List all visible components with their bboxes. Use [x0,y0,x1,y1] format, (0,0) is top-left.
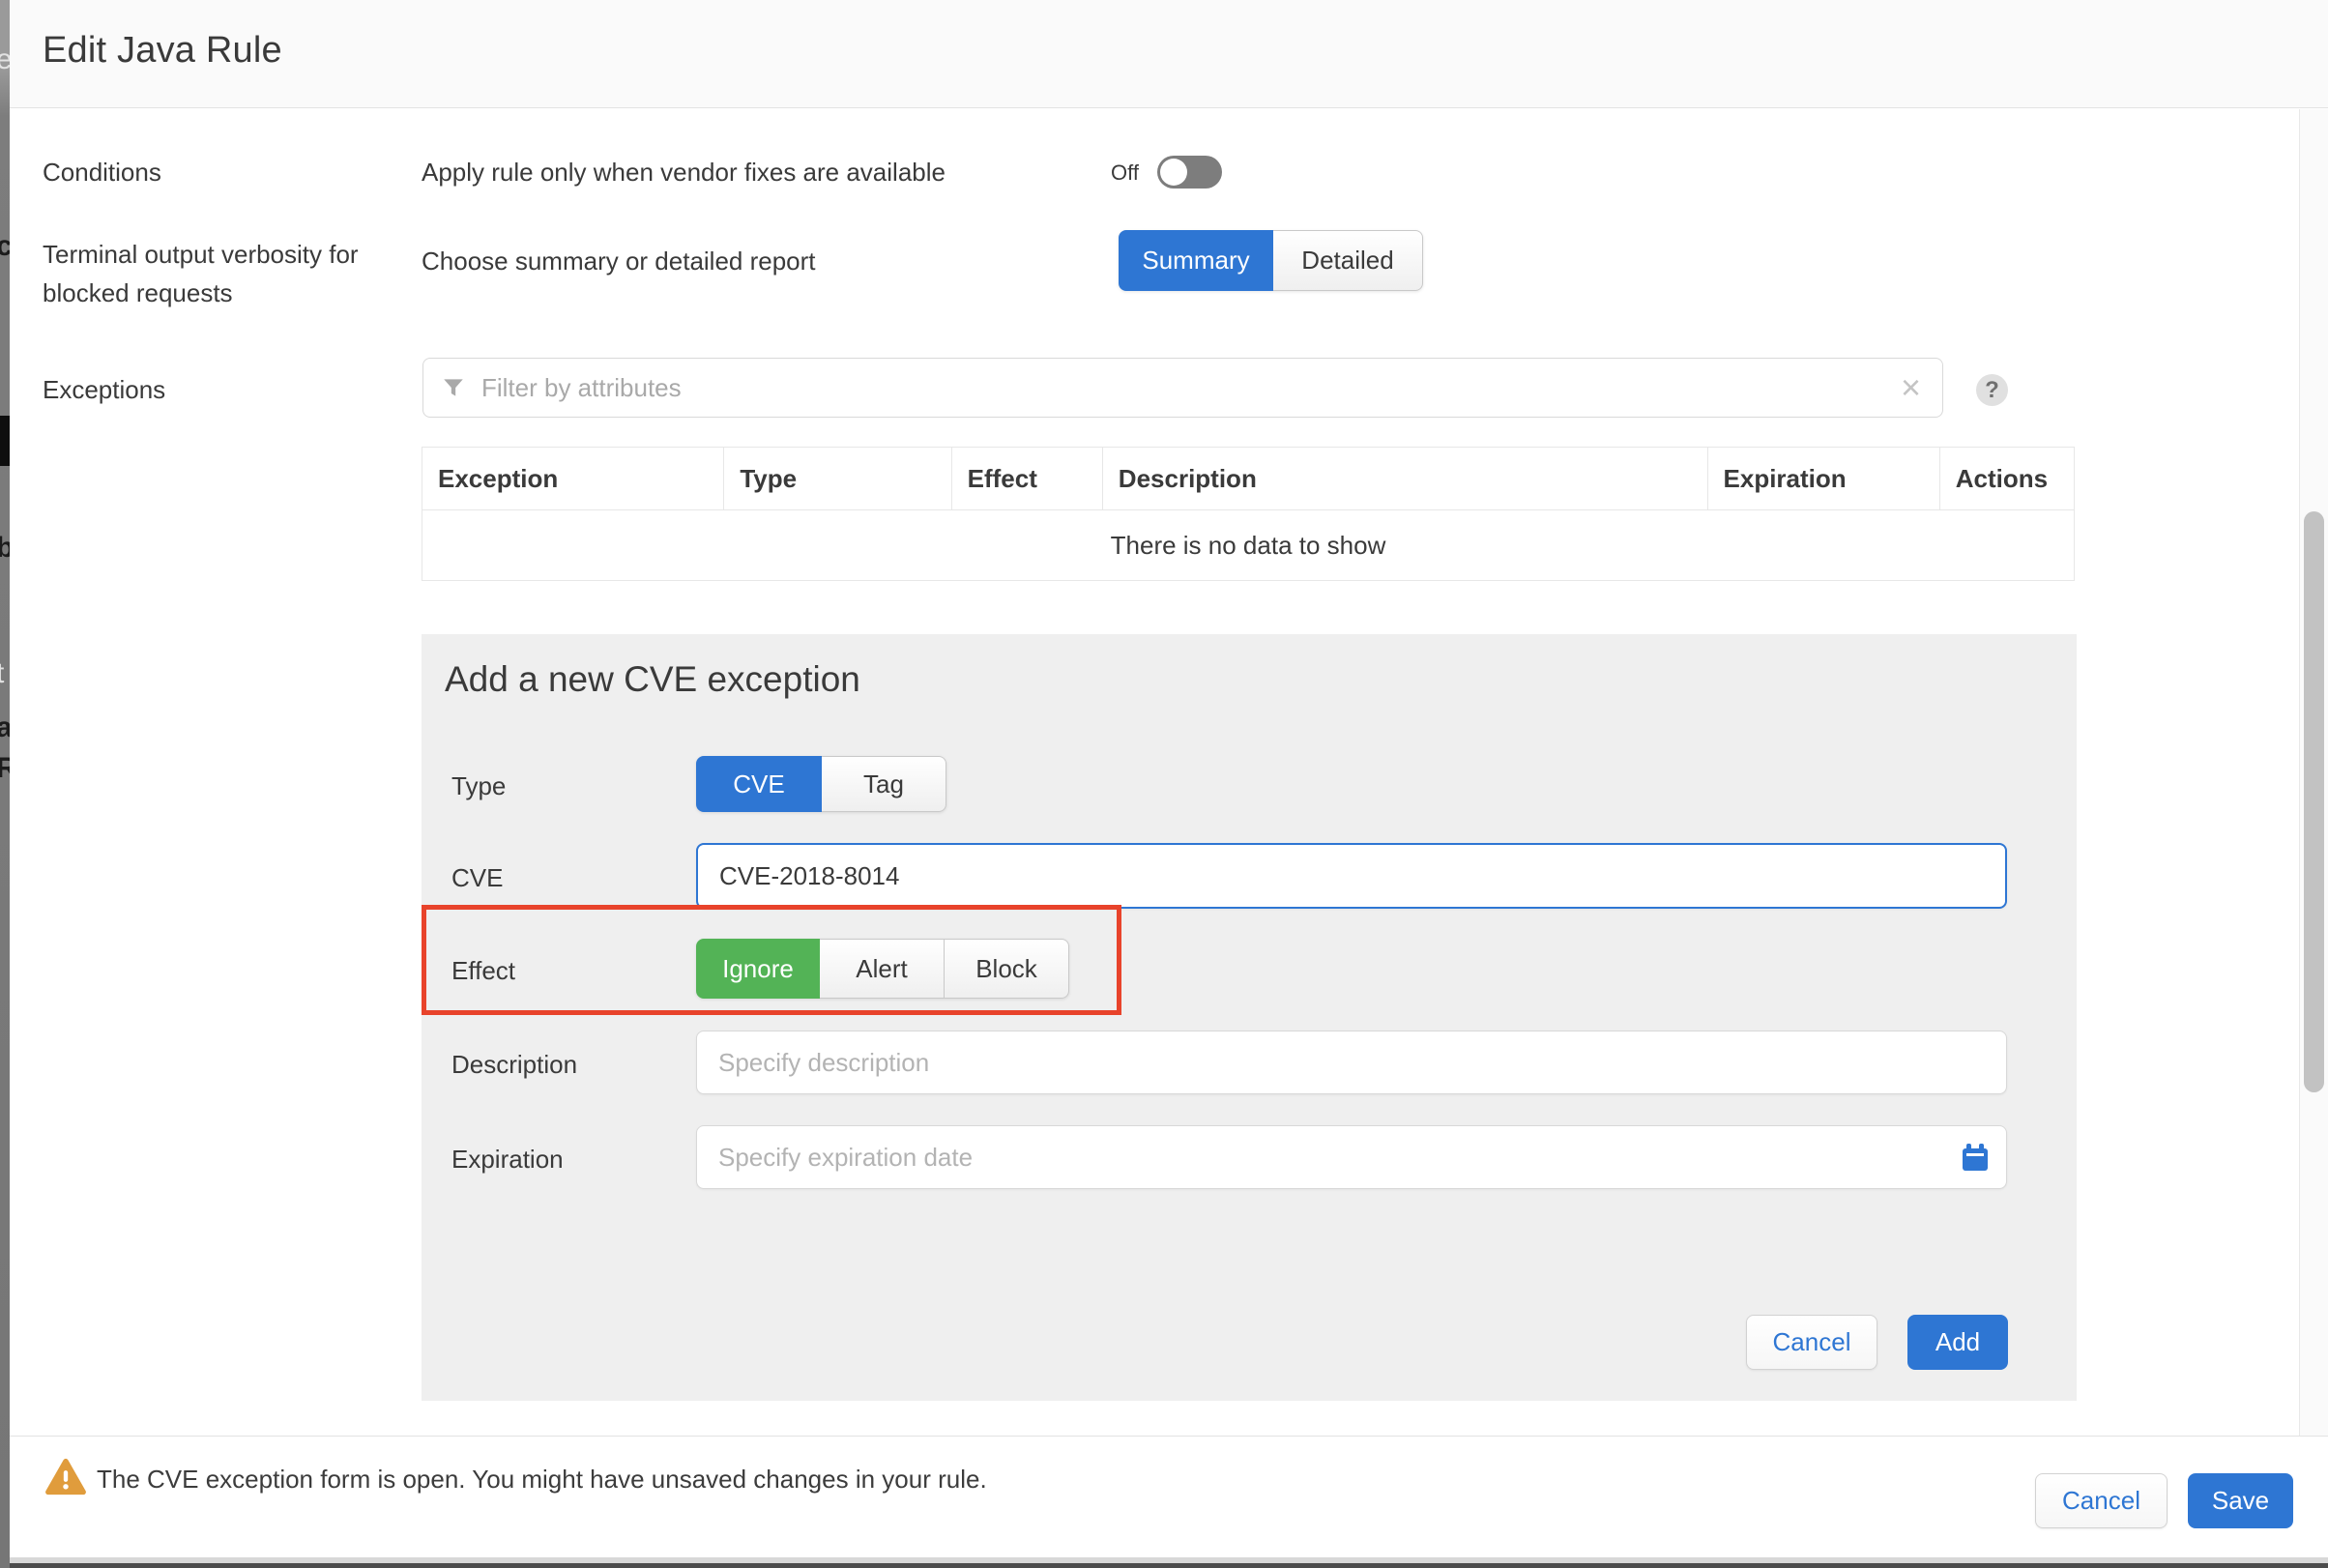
empty-table-row: There is no data to show [422,510,2075,581]
scrollbar-thumb[interactable] [2304,511,2324,1092]
type-label: Type [451,771,506,801]
background-bottom-bar [10,1563,2328,1568]
panel-title: Add a new CVE exception [445,659,860,700]
column-header-effect: Effect [951,448,1102,510]
background-highlight-fragment [0,416,10,466]
toggle-state-label: Off [1111,160,1139,186]
conditions-description: Apply rule only when vendor fixes are av… [422,158,946,188]
column-header-exception: Exception [422,448,724,510]
panel-cancel-button[interactable]: Cancel [1746,1315,1877,1370]
dialog-body: Conditions Apply rule only when vendor f… [10,109,2328,1436]
edit-java-rule-dialog: Edit Java Rule Conditions Apply rule onl… [10,0,2328,1568]
detailed-option-button[interactable]: Detailed [1273,230,1423,291]
description-input[interactable] [696,1031,2007,1094]
footer-save-button[interactable]: Save [2188,1473,2293,1528]
column-header-description: Description [1102,448,1707,510]
unsaved-changes-message: The CVE exception form is open. You migh… [97,1465,987,1495]
effect-block-button[interactable]: Block [945,939,1069,999]
effect-alert-button[interactable]: Alert [820,939,945,999]
help-icon[interactable]: ? [1976,374,2008,406]
background-text-fragment: c [0,230,10,263]
column-header-actions: Actions [1939,448,2074,510]
report-mode-switch: Summary Detailed [1119,230,1423,291]
type-cve-button[interactable]: CVE [696,756,822,812]
dialog-header: Edit Java Rule [10,0,2328,108]
vertical-scrollbar[interactable] [2299,109,2328,1436]
background-text-fragment: a [0,711,10,744]
expiration-label: Expiration [451,1145,564,1175]
effect-ignore-button[interactable]: Ignore [696,939,820,999]
column-header-expiration: Expiration [1707,448,1939,510]
vendor-fixes-toggle[interactable] [1157,156,1222,189]
effect-label: Effect [451,956,515,986]
calendar-icon-part [1963,1148,1988,1171]
dialog-footer: The CVE exception form is open. You migh… [10,1436,2328,1557]
background-page-edge: e c b t a Ru [0,0,10,1568]
expiration-input[interactable] [696,1125,2007,1189]
background-text-fragment: Ru [0,752,10,785]
filter-input[interactable] [481,373,1897,403]
empty-table-message: There is no data to show [422,510,2075,581]
background-text-fragment: b [0,532,10,565]
description-label: Description [451,1050,577,1080]
panel-add-button[interactable]: Add [1907,1315,2008,1370]
summary-option-button[interactable]: Summary [1119,230,1273,291]
type-switch: CVE Tag [696,756,946,812]
verbosity-description: Choose summary or detailed report [422,247,816,276]
background-text-fragment: t [0,657,4,690]
exceptions-label: Exceptions [43,375,165,405]
exceptions-filter: × [422,358,1943,418]
dialog-title: Edit Java Rule [43,30,282,72]
add-cve-exception-panel: Add a new CVE exception Type CVE Tag CVE… [422,634,2077,1401]
type-tag-button[interactable]: Tag [822,756,946,812]
column-header-type: Type [724,448,951,510]
warning-icon [44,1458,87,1496]
calendar-icon[interactable] [1963,1144,1988,1171]
conditions-label: Conditions [43,158,161,188]
filter-funnel-icon [441,375,466,400]
background-text-fragment: e [0,44,10,76]
exceptions-table: Exception Type Effect Description Expira… [422,447,2075,581]
calendar-icon-part [1966,1153,1984,1156]
table-header-row: Exception Type Effect Description Expira… [422,448,2075,510]
footer-cancel-button[interactable]: Cancel [2035,1473,2168,1528]
toggle-knob [1160,159,1187,186]
clear-filter-icon[interactable]: × [1897,370,1925,405]
verbosity-label: Terminal output verbosity for blocked re… [43,235,362,312]
effect-switch: Ignore Alert Block [696,939,1069,999]
cve-label: CVE [451,863,503,893]
cve-input[interactable] [696,843,2007,909]
